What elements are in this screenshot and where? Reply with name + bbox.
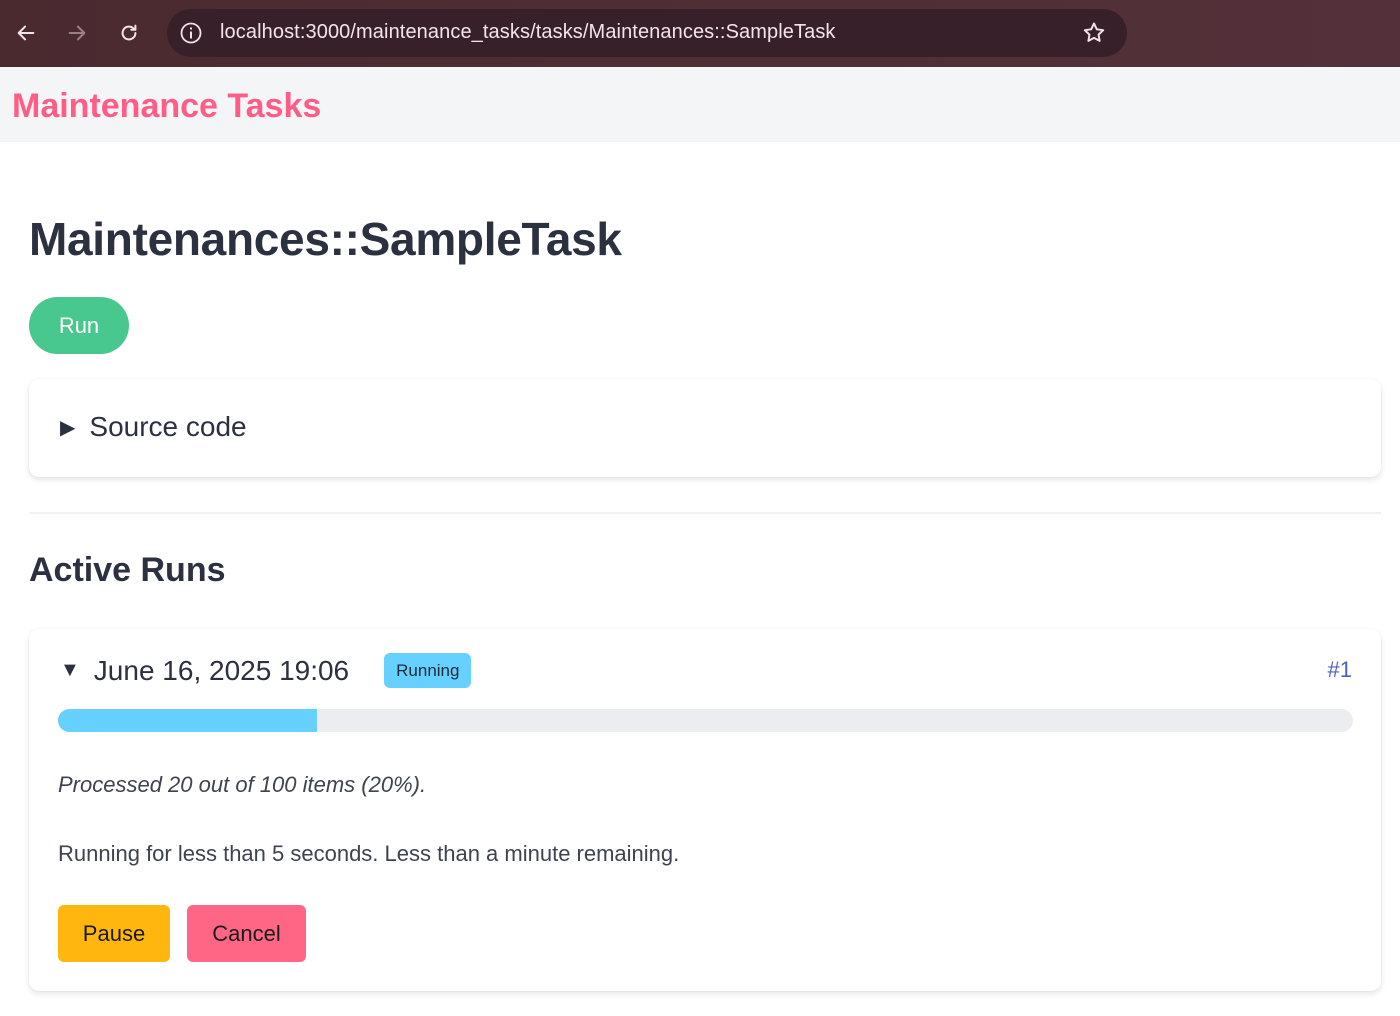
- url-text[interactable]: localhost:3000/maintenance_tasks/tasks/M…: [220, 21, 836, 44]
- active-runs-heading: Active Runs: [29, 551, 226, 589]
- divider: [29, 512, 1381, 514]
- progress-fill: [58, 709, 317, 732]
- run-card: ▼ June 16, 2025 19:06 Running #1 Process…: [29, 629, 1381, 991]
- source-code-toggle[interactable]: ▶ Source code: [60, 411, 247, 443]
- runtime-text: Running for less than 5 seconds. Less th…: [58, 841, 680, 866]
- source-code-card: ▶ Source code: [29, 379, 1381, 477]
- reload-button[interactable]: [112, 16, 146, 50]
- triangle-right-icon: ▶: [60, 416, 76, 439]
- arrow-right-icon: [68, 25, 86, 41]
- source-code-label: Source code: [89, 411, 247, 442]
- run-summary-toggle[interactable]: ▼ June 16, 2025 19:06 Running: [60, 653, 472, 688]
- run-id-link[interactable]: #1: [1328, 657, 1352, 683]
- run-button[interactable]: Run: [29, 297, 129, 354]
- forward-button[interactable]: [60, 16, 94, 50]
- status-badge: Running: [384, 653, 472, 688]
- processed-text: Processed 20 out of 100 items (20%).: [58, 772, 427, 797]
- pause-button[interactable]: Pause: [58, 905, 170, 962]
- star-icon[interactable]: [1081, 20, 1107, 46]
- triangle-down-icon: ▼: [60, 659, 80, 681]
- info-icon[interactable]: [179, 21, 203, 45]
- progress-bar: [58, 709, 1353, 732]
- page-title: Maintenances::SampleTask: [29, 213, 622, 265]
- reload-icon: [121, 24, 137, 41]
- back-button[interactable]: [9, 16, 43, 50]
- browser-toolbar: localhost:3000/maintenance_tasks/tasks/M…: [0, 0, 1400, 67]
- app-header: Maintenance Tasks: [0, 67, 1400, 142]
- cancel-button[interactable]: Cancel: [187, 905, 306, 962]
- brand-link[interactable]: Maintenance Tasks: [12, 87, 321, 126]
- address-bar[interactable]: localhost:3000/maintenance_tasks/tasks/M…: [167, 9, 1127, 57]
- run-date: June 16, 2025 19:06: [93, 654, 350, 686]
- arrow-left-icon: [17, 25, 35, 41]
